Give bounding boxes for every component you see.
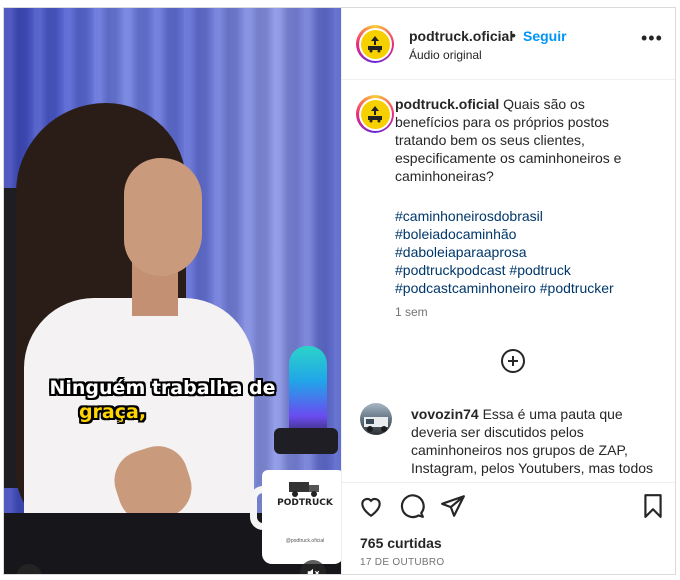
hashtag-link[interactable]: #caminhoneirosdobrasil — [395, 207, 645, 225]
more-options-icon[interactable]: ••• — [641, 29, 662, 49]
header-separator: • — [511, 27, 516, 43]
commenter-avatar[interactable] — [360, 403, 392, 435]
speaker-face — [124, 158, 202, 276]
page: PODTRUCK @podtruck.oficial Ninguém traba… — [0, 0, 680, 580]
caption-username[interactable]: podtruck.oficial — [395, 96, 499, 112]
reel-video[interactable]: PODTRUCK @podtruck.oficial Ninguém traba… — [4, 8, 341, 574]
post-sidebar: podtruck.oficial • Seguir Áudio original… — [341, 8, 675, 574]
video-caption: Ninguém trabalha de graça, — [4, 376, 341, 424]
post-actions: 765 curtidas 17 DE OUTUBRO — [342, 482, 675, 574]
audio-label[interactable]: Áudio original — [409, 48, 482, 62]
caption-author-avatar[interactable] — [356, 95, 394, 133]
hashtag-link[interactable]: #daboleiaparaaprosa — [395, 243, 645, 261]
comment-icon[interactable] — [399, 493, 425, 519]
share-icon[interactable] — [440, 493, 466, 519]
video-caption-line-2: graça, — [78, 401, 147, 423]
video-caption-line-1: Ninguém trabalha de — [49, 377, 276, 399]
mug-brand-text: PODTRUCK — [277, 498, 333, 508]
likes-count[interactable]: 765 curtidas — [360, 535, 442, 551]
truck-icon — [289, 482, 319, 497]
mug-handle-text: @podtruck.oficial — [285, 538, 325, 544]
post-header: podtruck.oficial • Seguir Áudio original… — [342, 8, 675, 80]
author-avatar[interactable] — [356, 25, 394, 63]
muted-speaker-icon — [307, 568, 320, 574]
hashtags: #caminhoneirosdobrasil #boleiadocaminhão… — [395, 207, 645, 297]
hashtag-link[interactable]: #boleiadocaminhão — [395, 225, 645, 243]
plus-circle-icon — [508, 356, 518, 366]
podtruck-logo-icon — [360, 29, 390, 59]
comment-username[interactable]: vovozin74 — [411, 406, 479, 422]
microphone-mount — [274, 428, 338, 454]
heart-icon[interactable] — [358, 493, 384, 519]
hashtag-link[interactable]: #podtruckpodcast #podtruck — [395, 261, 645, 279]
follow-button[interactable]: Seguir — [523, 28, 567, 44]
podtruck-logo-icon — [360, 99, 390, 129]
post-date[interactable]: 17 DE OUTUBRO — [360, 557, 444, 568]
load-more-comments-button[interactable] — [501, 349, 525, 373]
bookmark-icon[interactable] — [640, 493, 666, 519]
caption-timestamp[interactable]: 1 sem — [395, 305, 428, 319]
comment: vovozin74 Essa é uma pauta que deveria s… — [411, 405, 669, 481]
caption-text: podtruck.oficial Quais são os benefícios… — [395, 95, 645, 185]
post-modal: PODTRUCK @podtruck.oficial Ninguém traba… — [3, 7, 676, 575]
comments-section[interactable]: podtruck.oficial Quais são os benefícios… — [342, 81, 675, 481]
hashtag-link[interactable]: #podcastcaminhoneiro #podtrucker — [395, 279, 645, 297]
author-username[interactable]: podtruck.oficial — [409, 28, 513, 44]
